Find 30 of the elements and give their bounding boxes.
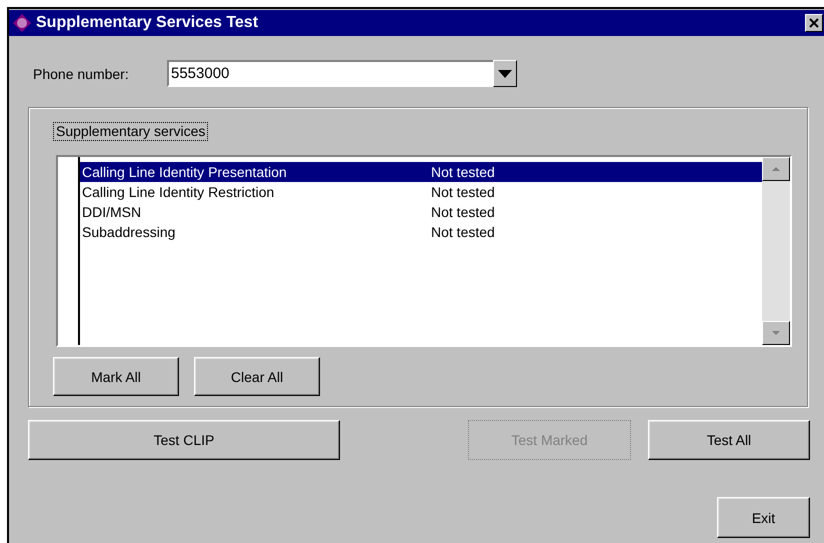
action-button[interactable]: Test CLIP	[28, 420, 340, 460]
list-row[interactable]: Calling Line Identity Presentation Not tested	[80, 162, 762, 182]
close-button[interactable]	[805, 14, 823, 32]
scroll-down-button[interactable]	[762, 321, 790, 345]
service-name: Calling Line Identity Presentation	[82, 164, 288, 180]
dropdown-button[interactable]	[493, 60, 517, 87]
service-status: Not tested	[431, 204, 495, 220]
app-logo-icon	[13, 14, 31, 32]
list-row[interactable]: Subaddressing Not tested	[80, 222, 762, 242]
phone-number-label: Phone number:	[32, 66, 130, 82]
close-icon	[809, 18, 819, 28]
group-button[interactable]: Clear All	[194, 357, 320, 396]
service-status: Not tested	[431, 184, 495, 200]
group-button[interactable]: Mark All	[53, 357, 179, 396]
exit-button[interactable]: Exit	[717, 497, 810, 538]
phone-number-field[interactable]: 5553000	[167, 60, 493, 87]
list-row[interactable]: DDI/MSN Not tested	[80, 202, 762, 222]
group-label: Supplementary services	[53, 122, 208, 141]
list-row[interactable]: Calling Line Identity Restriction Not tested	[80, 182, 762, 202]
service-name: Calling Line Identity Restriction	[82, 184, 276, 200]
service-status: Not tested	[431, 164, 495, 180]
service-name: DDI/MSN	[82, 204, 142, 220]
action-button[interactable]: Test All	[648, 420, 810, 460]
scroll-up-button[interactable]	[762, 157, 790, 181]
dropdown-arrow-icon	[498, 70, 512, 78]
window-title: Supplementary Services Test	[36, 14, 260, 32]
service-status: Not tested	[431, 224, 495, 240]
service-name: Subaddressing	[82, 224, 176, 240]
down-arrow-icon	[772, 331, 780, 335]
up-arrow-icon	[772, 167, 780, 171]
